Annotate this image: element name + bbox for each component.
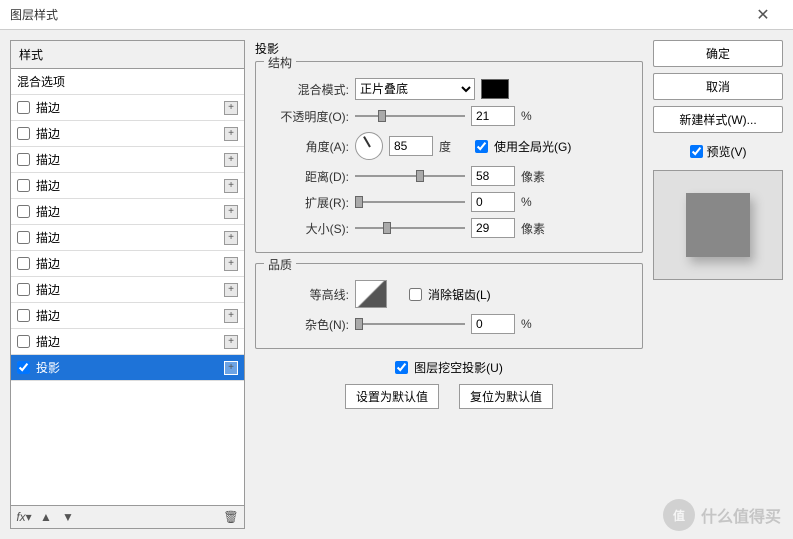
plus-icon[interactable]: + [224, 127, 238, 141]
sidebar-item-label: 描边 [36, 125, 224, 142]
global-light-checkbox[interactable] [475, 140, 488, 153]
preview-checkbox[interactable] [690, 145, 703, 158]
distance-slider[interactable] [355, 168, 465, 184]
plus-icon[interactable]: + [224, 257, 238, 271]
cancel-button[interactable]: 取消 [653, 73, 783, 100]
sidebar-item-label: 描边 [36, 177, 224, 194]
titlebar: 图层样式 ✕ [0, 0, 793, 30]
sidebar-item-label: 描边 [36, 307, 224, 324]
antialias-checkbox[interactable] [409, 288, 422, 301]
opacity-slider[interactable] [355, 108, 465, 124]
quality-group: 品质 等高线: 消除锯齿(L) 杂色(N): % [255, 263, 643, 349]
ok-button[interactable]: 确定 [653, 40, 783, 67]
size-slider[interactable] [355, 220, 465, 236]
plus-icon[interactable]: + [224, 179, 238, 193]
spread-input[interactable] [471, 192, 515, 212]
sidebar-item-0[interactable]: 描边+ [11, 95, 244, 121]
sidebar-item-10[interactable]: 投影+ [11, 355, 244, 381]
close-icon[interactable]: ✕ [743, 5, 783, 25]
trash-icon[interactable]: 🗑 [224, 510, 238, 524]
sidebar-item-checkbox[interactable] [17, 231, 30, 244]
up-icon[interactable]: ▲ [39, 510, 53, 524]
plus-icon[interactable]: + [224, 283, 238, 297]
knockout-checkbox[interactable] [395, 361, 408, 374]
preview-swatch [686, 193, 750, 257]
down-icon[interactable]: ▼ [61, 510, 75, 524]
right-panel: 确定 取消 新建样式(W)... 预览(V) [653, 40, 783, 529]
angle-input[interactable] [389, 136, 433, 156]
sidebar-item-label: 描边 [36, 281, 224, 298]
plus-icon[interactable]: + [224, 153, 238, 167]
opacity-input[interactable] [471, 106, 515, 126]
angle-dial[interactable] [355, 132, 383, 160]
sidebar-header: 样式 [11, 41, 244, 69]
plus-icon[interactable]: + [224, 101, 238, 115]
sidebar-item-3[interactable]: 描边+ [11, 173, 244, 199]
structure-group: 结构 混合模式: 正片叠底 不透明度(O): % 角度(A): 度 使用全局光(… [255, 61, 643, 253]
sidebar-item-5[interactable]: 描边+ [11, 225, 244, 251]
reset-default-button[interactable]: 复位为默认值 [459, 384, 553, 409]
watermark: 值 什么值得买 [663, 499, 781, 531]
sidebar-footer: fx▾ ▲ ▼ 🗑 [11, 505, 244, 528]
center-panel: 投影 结构 混合模式: 正片叠底 不透明度(O): % 角度(A): 度 使 [255, 40, 643, 529]
sidebar-item-checkbox[interactable] [17, 257, 30, 270]
plus-icon[interactable]: + [224, 205, 238, 219]
color-swatch[interactable] [481, 79, 509, 99]
plus-icon[interactable]: + [224, 335, 238, 349]
plus-icon[interactable]: + [224, 361, 238, 375]
sidebar-item-checkbox[interactable] [17, 335, 30, 348]
sidebar-item-label: 描边 [36, 203, 224, 220]
sidebar-item-2[interactable]: 描边+ [11, 147, 244, 173]
new-style-button[interactable]: 新建样式(W)... [653, 106, 783, 133]
sidebar-item-9[interactable]: 描边+ [11, 329, 244, 355]
sidebar-item-checkbox[interactable] [17, 361, 30, 374]
plus-icon[interactable]: + [224, 231, 238, 245]
sidebar: 样式 混合选项 描边+描边+描边+描边+描边+描边+描边+描边+描边+描边+投影… [10, 40, 245, 529]
sidebar-item-6[interactable]: 描边+ [11, 251, 244, 277]
sidebar-item-checkbox[interactable] [17, 283, 30, 296]
sidebar-item-4[interactable]: 描边+ [11, 199, 244, 225]
sidebar-item-label: 描边 [36, 255, 224, 272]
sidebar-item-checkbox[interactable] [17, 153, 30, 166]
sidebar-item-checkbox[interactable] [17, 205, 30, 218]
sidebar-item-7[interactable]: 描边+ [11, 277, 244, 303]
sidebar-item-checkbox[interactable] [17, 179, 30, 192]
sidebar-item-label: 投影 [36, 359, 224, 376]
sidebar-item-checkbox[interactable] [17, 309, 30, 322]
noise-input[interactable] [471, 314, 515, 334]
window-title: 图层样式 [10, 6, 743, 23]
sidebar-item-label: 描边 [36, 229, 224, 246]
sidebar-item-label: 描边 [36, 151, 224, 168]
make-default-button[interactable]: 设置为默认值 [345, 384, 439, 409]
preview-box [653, 170, 783, 280]
sidebar-item-8[interactable]: 描边+ [11, 303, 244, 329]
blend-mode-select[interactable]: 正片叠底 [355, 78, 475, 100]
size-input[interactable] [471, 218, 515, 238]
fx-icon[interactable]: fx▾ [17, 510, 31, 524]
sidebar-item-label: 描边 [36, 333, 224, 350]
distance-input[interactable] [471, 166, 515, 186]
sidebar-item-label: 描边 [36, 99, 224, 116]
sidebar-item-checkbox[interactable] [17, 101, 30, 114]
noise-slider[interactable] [355, 316, 465, 332]
sidebar-item-checkbox[interactable] [17, 127, 30, 140]
sidebar-item-1[interactable]: 描边+ [11, 121, 244, 147]
plus-icon[interactable]: + [224, 309, 238, 323]
main: 样式 混合选项 描边+描边+描边+描边+描边+描边+描边+描边+描边+描边+投影… [0, 30, 793, 539]
contour-picker[interactable] [355, 280, 387, 308]
spread-slider[interactable] [355, 194, 465, 210]
sidebar-list: 混合选项 描边+描边+描边+描边+描边+描边+描边+描边+描边+描边+投影+ [11, 69, 244, 505]
sidebar-blend-options[interactable]: 混合选项 [11, 69, 244, 95]
